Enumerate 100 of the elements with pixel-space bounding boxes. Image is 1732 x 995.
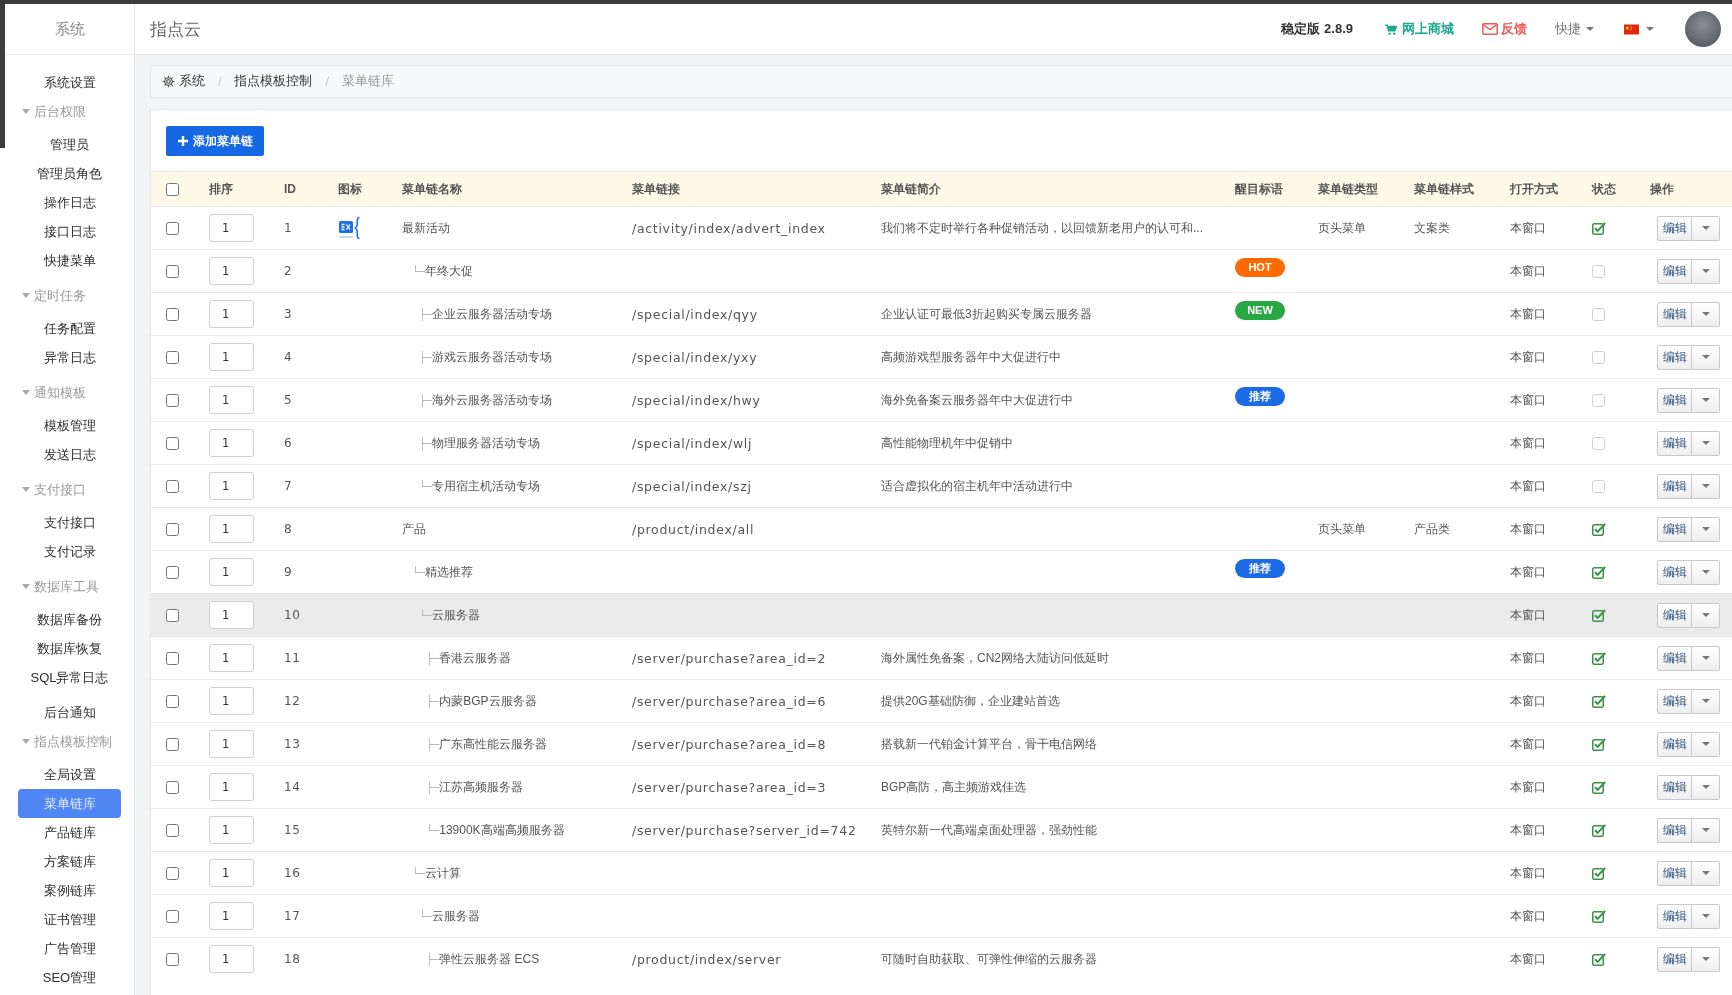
edit-button[interactable]: 编辑 bbox=[1657, 215, 1692, 241]
status-checkbox[interactable] bbox=[1592, 436, 1605, 450]
dropdown-toggle-button[interactable] bbox=[1692, 688, 1720, 714]
sidebar-item[interactable]: 数据库恢复 bbox=[18, 634, 121, 663]
sort-input[interactable]: 1 bbox=[209, 558, 254, 586]
sort-input[interactable]: 1 bbox=[209, 945, 254, 973]
edit-button[interactable]: 编辑 bbox=[1657, 903, 1692, 929]
edit-button[interactable]: 编辑 bbox=[1657, 473, 1692, 499]
row-checkbox[interactable] bbox=[166, 952, 179, 966]
dropdown-toggle-button[interactable] bbox=[1692, 817, 1720, 843]
sidebar-item[interactable]: 全局设置 bbox=[18, 760, 121, 789]
add-menu-link-button[interactable]: 添加菜单链 bbox=[166, 126, 264, 156]
dropdown-toggle-button[interactable] bbox=[1692, 301, 1720, 327]
status-checkbox[interactable] bbox=[1592, 952, 1606, 966]
dropdown-toggle-button[interactable] bbox=[1692, 344, 1720, 370]
sidebar-item[interactable]: SEO管理 bbox=[18, 963, 121, 992]
row-checkbox[interactable] bbox=[166, 307, 179, 321]
edit-button[interactable]: 编辑 bbox=[1657, 559, 1692, 585]
row-checkbox[interactable] bbox=[166, 780, 179, 794]
sort-input[interactable]: 1 bbox=[209, 816, 254, 844]
sort-input[interactable]: 1 bbox=[209, 601, 254, 629]
edit-button[interactable]: 编辑 bbox=[1657, 817, 1692, 843]
sidebar-item[interactable]: 系统设置 bbox=[18, 68, 121, 97]
sidebar-item[interactable]: 支付接口 bbox=[18, 508, 121, 537]
row-checkbox[interactable] bbox=[166, 608, 179, 622]
language-dropdown[interactable] bbox=[1624, 23, 1654, 35]
sort-input[interactable]: 1 bbox=[209, 214, 254, 242]
sort-input[interactable]: 1 bbox=[209, 773, 254, 801]
row-checkbox[interactable] bbox=[166, 565, 179, 579]
dropdown-toggle-button[interactable] bbox=[1692, 516, 1720, 542]
sidebar-item[interactable]: 操作日志 bbox=[18, 188, 121, 217]
dropdown-toggle-button[interactable] bbox=[1692, 559, 1720, 585]
status-checkbox[interactable] bbox=[1592, 221, 1606, 235]
dropdown-toggle-button[interactable] bbox=[1692, 645, 1720, 671]
sidebar-item[interactable]: 数据库备份 bbox=[18, 605, 121, 634]
row-checkbox[interactable] bbox=[166, 436, 179, 450]
row-checkbox[interactable] bbox=[166, 694, 179, 708]
sidebar-item[interactable]: 接口日志 bbox=[18, 217, 121, 246]
select-all-checkbox[interactable] bbox=[166, 182, 179, 196]
sort-input[interactable]: 1 bbox=[209, 300, 254, 328]
dropdown-toggle-button[interactable] bbox=[1692, 258, 1720, 284]
sort-input[interactable]: 1 bbox=[209, 687, 254, 715]
edit-button[interactable]: 编辑 bbox=[1657, 344, 1692, 370]
dropdown-toggle-button[interactable] bbox=[1692, 731, 1720, 757]
sort-input[interactable]: 1 bbox=[209, 257, 254, 285]
edit-button[interactable]: 编辑 bbox=[1657, 688, 1692, 714]
edit-button[interactable]: 编辑 bbox=[1657, 860, 1692, 886]
status-checkbox[interactable] bbox=[1592, 651, 1606, 665]
edit-button[interactable]: 编辑 bbox=[1657, 774, 1692, 800]
sidebar-item[interactable]: 发送日志 bbox=[18, 440, 121, 469]
edit-button[interactable]: 编辑 bbox=[1657, 301, 1692, 327]
status-checkbox[interactable] bbox=[1592, 866, 1606, 880]
status-checkbox[interactable] bbox=[1592, 393, 1605, 407]
status-checkbox[interactable] bbox=[1592, 780, 1606, 794]
sidebar-item[interactable]: 案例链库 bbox=[18, 876, 121, 905]
status-checkbox[interactable] bbox=[1592, 264, 1605, 278]
row-checkbox[interactable] bbox=[166, 823, 179, 837]
dropdown-toggle-button[interactable] bbox=[1692, 602, 1720, 628]
status-checkbox[interactable] bbox=[1592, 522, 1606, 536]
sort-input[interactable]: 1 bbox=[209, 730, 254, 758]
edit-button[interactable]: 编辑 bbox=[1657, 645, 1692, 671]
sort-input[interactable]: 1 bbox=[209, 343, 254, 371]
dropdown-toggle-button[interactable] bbox=[1692, 215, 1720, 241]
status-checkbox[interactable] bbox=[1592, 307, 1605, 321]
status-checkbox[interactable] bbox=[1592, 737, 1606, 751]
edit-button[interactable]: 编辑 bbox=[1657, 258, 1692, 284]
sort-input[interactable]: 1 bbox=[209, 859, 254, 887]
sort-input[interactable]: 1 bbox=[209, 472, 254, 500]
dropdown-toggle-button[interactable] bbox=[1692, 473, 1720, 499]
sort-input[interactable]: 1 bbox=[209, 386, 254, 414]
sidebar-item[interactable]: 管理员 bbox=[18, 130, 121, 159]
sidebar-item[interactable]: 管理员角色 bbox=[18, 159, 121, 188]
sidebar-item[interactable]: 异常日志 bbox=[18, 343, 121, 372]
edit-button[interactable]: 编辑 bbox=[1657, 946, 1692, 972]
sidebar-item[interactable]: 模板管理 bbox=[18, 411, 121, 440]
sidebar-item[interactable]: 支付记录 bbox=[18, 537, 121, 566]
status-checkbox[interactable] bbox=[1592, 608, 1606, 622]
dropdown-toggle-button[interactable] bbox=[1692, 946, 1720, 972]
sidebar-item[interactable]: 方案链库 bbox=[18, 847, 121, 876]
status-checkbox[interactable] bbox=[1592, 823, 1606, 837]
sidebar-item[interactable]: SQL异常日志 bbox=[18, 663, 121, 692]
row-checkbox[interactable] bbox=[166, 522, 179, 536]
sort-input[interactable]: 1 bbox=[209, 644, 254, 672]
status-checkbox[interactable] bbox=[1592, 350, 1605, 364]
dropdown-toggle-button[interactable] bbox=[1692, 860, 1720, 886]
breadcrumb-link[interactable]: 系统 bbox=[162, 73, 205, 90]
row-checkbox[interactable] bbox=[166, 737, 179, 751]
row-checkbox[interactable] bbox=[166, 393, 179, 407]
row-checkbox[interactable] bbox=[166, 479, 179, 493]
edit-button[interactable]: 编辑 bbox=[1657, 430, 1692, 456]
status-checkbox[interactable] bbox=[1592, 479, 1605, 493]
edit-button[interactable]: 编辑 bbox=[1657, 731, 1692, 757]
status-checkbox[interactable] bbox=[1592, 694, 1606, 708]
status-checkbox[interactable] bbox=[1592, 565, 1606, 579]
avatar[interactable] bbox=[1685, 11, 1721, 47]
row-checkbox[interactable] bbox=[166, 651, 179, 665]
sort-input[interactable]: 1 bbox=[209, 902, 254, 930]
row-checkbox[interactable] bbox=[166, 350, 179, 364]
sidebar-item[interactable]: 后台通知 bbox=[18, 698, 121, 727]
sort-input[interactable]: 1 bbox=[209, 515, 254, 543]
